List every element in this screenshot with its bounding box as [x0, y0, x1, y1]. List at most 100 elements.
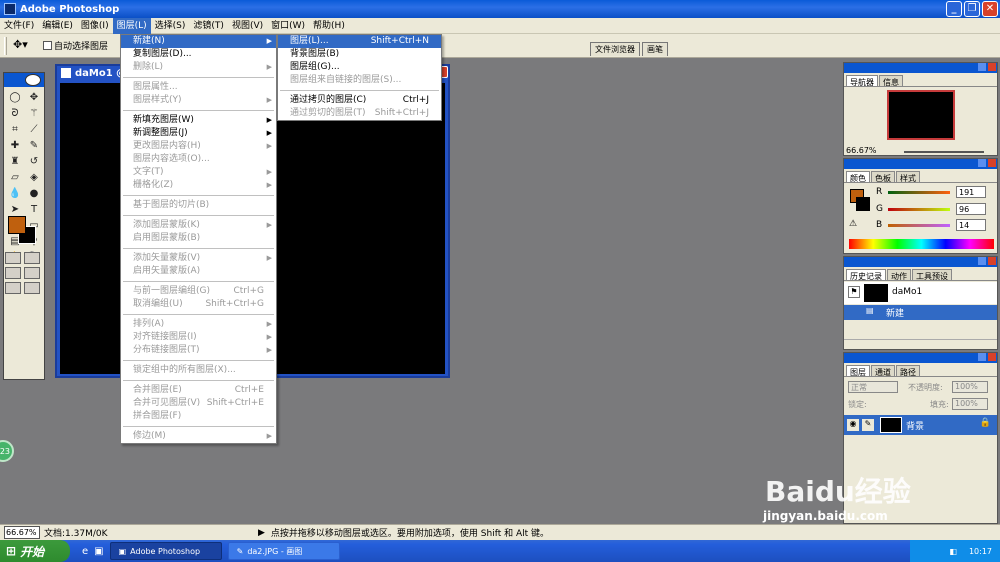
screen-mode-full-icon[interactable] [24, 267, 40, 279]
brush-link-icon[interactable]: ✎ [862, 419, 874, 431]
type-tool-icon[interactable]: T [25, 202, 43, 217]
paint-bucket-icon[interactable]: ◈ [25, 170, 43, 185]
history-step-row[interactable]: ▤ 新建 [844, 305, 997, 320]
menu-view[interactable]: 视图(V) [228, 18, 267, 34]
b-slider[interactable] [888, 224, 950, 227]
close-button[interactable]: ✕ [982, 1, 998, 17]
navigator-zoom-slider[interactable] [904, 151, 984, 153]
quick-launch-desktop-icon[interactable]: ▣ [94, 546, 103, 557]
taskbar-paint[interactable]: ✎ da2.JPG - 画图 [227, 542, 340, 560]
blur-tool-icon[interactable]: 💧 [6, 186, 24, 201]
new-submenu-item[interactable]: 图层(L)... Shift+Ctrl+N [278, 35, 441, 48]
palette-titlebar[interactable] [844, 63, 997, 73]
layer-menu-item[interactable]: 新调整图层(J) ▶ [121, 127, 276, 140]
toolbox-header[interactable] [4, 73, 44, 87]
clock[interactable]: 10:17 [969, 547, 992, 556]
eye-visibility-icon[interactable]: ◉ [847, 419, 859, 431]
photoshop-eye-icon[interactable] [25, 74, 41, 86]
menu-layer[interactable]: 图层(L) [112, 17, 151, 34]
status-arrow-icon[interactable]: ▶ [258, 528, 265, 538]
layer-menu-item[interactable]: 新填充图层(W) ▶ [121, 114, 276, 127]
menu-help[interactable]: 帮助(H) [309, 18, 349, 34]
path-select-icon[interactable]: ➤ [6, 202, 24, 217]
b-value-input[interactable]: 14 [956, 219, 986, 231]
brush-tool-icon[interactable]: ✎ [25, 138, 43, 153]
quick-mask-icon[interactable] [24, 252, 40, 264]
lasso-tool-icon[interactable]: ᘐ [6, 106, 24, 121]
screen-mode-menu-icon[interactable] [5, 282, 21, 294]
status-zoom-input[interactable]: 66.67% [4, 526, 40, 539]
minimize-palette-icon[interactable] [978, 159, 986, 167]
move-tool-preset-icon[interactable]: ✥▾ [13, 38, 37, 54]
minimize-palette-icon[interactable] [978, 257, 986, 265]
g-slider[interactable] [888, 208, 950, 211]
tab-paths[interactable]: 路径 [896, 365, 920, 377]
new-submenu-item[interactable]: 背景图层(B) [278, 48, 441, 61]
layer-row[interactable]: ◉ ✎ 背景 🔒 [844, 415, 997, 435]
close-palette-icon[interactable] [988, 353, 996, 361]
tab-layers[interactable]: 图层 [846, 365, 870, 377]
layer-menu-item[interactable]: 新建(N) ▶ [121, 35, 276, 48]
menu-file[interactable]: 文件(F) [0, 18, 38, 34]
close-palette-icon[interactable] [988, 159, 996, 167]
tab-styles[interactable]: 样式 [896, 171, 920, 183]
warning-icon[interactable]: ⚠ [849, 219, 857, 229]
new-submenu-item[interactable]: 通过拷贝的图层(C) Ctrl+J [278, 94, 441, 107]
r-slider[interactable] [888, 191, 950, 194]
color-spectrum[interactable] [849, 239, 994, 249]
history-snapshot-row[interactable]: ⚑ daMo1 [844, 282, 997, 304]
minimize-palette-icon[interactable] [978, 353, 986, 361]
palette-titlebar[interactable] [844, 353, 997, 363]
tab-swatches[interactable]: 色板 [871, 171, 895, 183]
history-brush-icon[interactable]: ↺ [25, 154, 43, 169]
palette-titlebar[interactable] [844, 257, 997, 267]
jump-to-imageready-icon[interactable] [24, 282, 40, 294]
minimize-button[interactable]: _ [946, 1, 962, 17]
dodge-tool-icon[interactable]: ● [25, 186, 43, 201]
document-size[interactable]: 文档:1.37M/0K [44, 526, 194, 539]
fill-input[interactable]: 100% [952, 398, 988, 410]
navigator-zoom[interactable]: 66.67% [846, 146, 877, 155]
restore-button[interactable]: ❐ [964, 1, 980, 17]
tab-history[interactable]: 历史记录 [846, 269, 886, 281]
tab-color[interactable]: 颜色 [846, 171, 870, 183]
menu-edit[interactable]: 编辑(E) [38, 18, 77, 34]
eraser-tool-icon[interactable]: ▱ [6, 170, 24, 185]
layer-menu-item[interactable]: 复制图层(D)... [121, 48, 276, 61]
move-tool-icon[interactable]: ✥ [25, 90, 43, 105]
foreground-color-swatch[interactable] [8, 216, 26, 234]
minimize-palette-icon[interactable] [978, 63, 986, 71]
color-bg-chip[interactable] [856, 197, 870, 211]
tab-channels[interactable]: 通道 [871, 365, 895, 377]
crop-tool-icon[interactable]: ⌗ [6, 122, 24, 137]
magic-wand-icon[interactable]: ⚚ [25, 106, 43, 121]
tab-brushes[interactable]: 画笔 [642, 42, 668, 56]
history-brush-source-icon[interactable]: ⚑ [848, 286, 860, 298]
auto-select-checkbox[interactable] [43, 41, 52, 50]
close-palette-icon[interactable] [988, 257, 996, 265]
menu-select[interactable]: 选择(S) [151, 18, 190, 34]
menu-image[interactable]: 图像(I) [77, 18, 113, 34]
close-palette-icon[interactable] [988, 63, 996, 71]
marquee-tool-icon[interactable]: ◯ [6, 90, 24, 105]
tab-actions[interactable]: 动作 [887, 269, 911, 281]
start-button[interactable]: ⊞ 开始 [0, 540, 70, 562]
navigator-thumbnail[interactable] [887, 90, 955, 140]
g-value-input[interactable]: 96 [956, 203, 986, 215]
healing-brush-icon[interactable]: ✚ [6, 138, 24, 153]
screen-mode-standard-icon[interactable] [5, 267, 21, 279]
tray-icon[interactable]: ◧ [949, 547, 957, 556]
tab-info[interactable]: 信息 [879, 75, 903, 87]
new-submenu-item[interactable]: 图层组(G)... [278, 61, 441, 74]
options-grip[interactable] [4, 36, 7, 55]
palette-titlebar[interactable] [844, 159, 997, 169]
r-value-input[interactable]: 191 [956, 186, 986, 198]
blend-mode-select[interactable]: 正常 [848, 381, 898, 393]
slice-tool-icon[interactable]: ⟋ [25, 122, 43, 137]
taskbar-photoshop[interactable]: ▣ Adobe Photoshop [109, 542, 222, 560]
tab-navigator[interactable]: 导航器 [846, 75, 878, 87]
menu-window[interactable]: 窗口(W) [267, 18, 309, 34]
tab-file-browser[interactable]: 文件浏览器 [590, 42, 640, 56]
quick-launch-ie-icon[interactable]: e [82, 546, 88, 557]
opacity-input[interactable]: 100% [952, 381, 988, 393]
